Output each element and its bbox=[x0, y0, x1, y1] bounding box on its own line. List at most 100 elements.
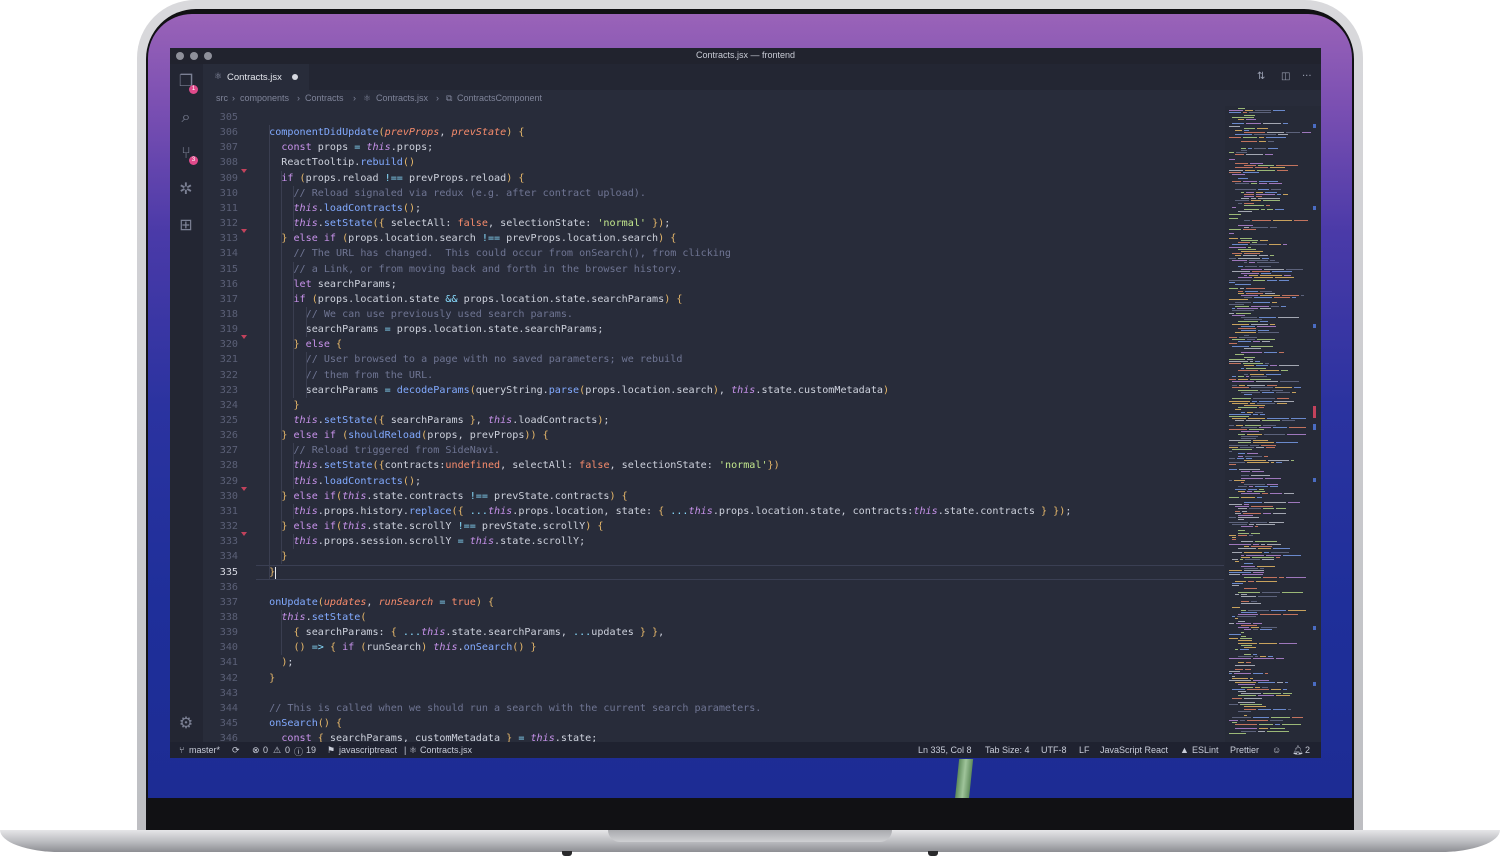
breadcrumb-item[interactable]: Contracts bbox=[305, 93, 344, 103]
code-line[interactable]: 346 const { searchParams, customMetadata… bbox=[203, 731, 1225, 742]
extensions-icon[interactable]: ⊞ bbox=[177, 216, 195, 234]
encoding[interactable]: UTF-8 bbox=[1041, 745, 1067, 755]
code-line[interactable]: 305 bbox=[203, 110, 1225, 125]
minimap-line bbox=[1248, 488, 1257, 490]
code-line[interactable]: 310 // Reload signaled via redux (e.g. a… bbox=[203, 186, 1225, 201]
code-line[interactable]: 330 } else if(this.state.contracts !== p… bbox=[203, 486, 1225, 504]
class-symbol-icon: ⧉ bbox=[446, 93, 453, 103]
line-ending[interactable]: LF bbox=[1079, 745, 1090, 755]
gear-icon[interactable]: ⚙ bbox=[177, 714, 195, 732]
code-line[interactable]: 315 // a Link, or from moving back and f… bbox=[203, 262, 1225, 277]
prettier-status[interactable]: Prettier bbox=[1230, 745, 1259, 755]
code-line[interactable]: 323 searchParams = decodeParams(queryStr… bbox=[203, 383, 1225, 398]
code-line[interactable]: 325 this.setState({ searchParams }, this… bbox=[203, 413, 1225, 428]
sync-icon[interactable]: ⟳ bbox=[232, 745, 240, 756]
minimap-line bbox=[1260, 290, 1272, 292]
status-file[interactable]: Contracts.jsx bbox=[420, 745, 472, 755]
notification-count[interactable]: 2 bbox=[1305, 745, 1310, 755]
minimap-line bbox=[1251, 198, 1256, 200]
code-line[interactable]: 322 // them from the URL. bbox=[203, 368, 1225, 383]
feedback-icon[interactable]: ☺ bbox=[1272, 745, 1281, 755]
minimap-line bbox=[1238, 490, 1245, 492]
minimap-line bbox=[1270, 365, 1277, 367]
breadcrumb-item[interactable]: src bbox=[216, 93, 228, 103]
minimap-line bbox=[1246, 288, 1265, 290]
error-count[interactable]: 0 bbox=[263, 745, 268, 755]
code-line[interactable]: 333 this.props.session.scrollY = this.st… bbox=[203, 532, 1225, 549]
code-line[interactable]: 327 // Reload triggered from SideNavi. bbox=[203, 443, 1225, 458]
code-line[interactable]: 332 } else if(this.state.scrollY !== pre… bbox=[203, 519, 1225, 534]
code-line[interactable]: 338 this.setState( bbox=[203, 610, 1225, 625]
minimap-line bbox=[1249, 508, 1261, 510]
diff-marker-icon[interactable] bbox=[241, 532, 247, 537]
code-line[interactable]: 336 bbox=[203, 580, 1225, 595]
code-line[interactable]: 312 this.setState({ selectAll: false, se… bbox=[203, 216, 1225, 231]
warning-count[interactable]: 0 bbox=[285, 745, 290, 755]
more-actions-icon[interactable]: ··· bbox=[1302, 71, 1312, 82]
tab-contracts-jsx[interactable]: ⚛ Contracts.jsx bbox=[203, 64, 309, 90]
minimap-line bbox=[1247, 433, 1262, 435]
code-line[interactable]: 316 let searchParams; bbox=[203, 277, 1225, 292]
line-number: 336 bbox=[219, 581, 238, 593]
code-line[interactable]: 335 } bbox=[203, 564, 1225, 580]
code-line[interactable]: 342 } bbox=[203, 671, 1225, 686]
code-editor[interactable]: 305 306 componentDidUpdate(prevProps, pre… bbox=[203, 110, 1225, 742]
language-tag[interactable]: javascriptreact bbox=[339, 745, 397, 755]
compare-changes-icon[interactable]: ⇅ bbox=[1257, 71, 1265, 82]
warning-icon: ⚠ bbox=[273, 745, 282, 755]
diff-marker-icon[interactable] bbox=[241, 229, 247, 234]
breadcrumb-item[interactable]: components bbox=[240, 93, 289, 103]
breadcrumb-item[interactable]: Contracts.jsx bbox=[376, 93, 428, 103]
unsaved-dot-icon[interactable] bbox=[292, 74, 298, 80]
code-line[interactable]: 306 componentDidUpdate(prevProps, prevSt… bbox=[203, 125, 1225, 140]
code-line[interactable]: 313 } else if (props.location.search !==… bbox=[203, 229, 1225, 246]
code-line[interactable]: 326 } else if (shouldReload(props, prevP… bbox=[203, 428, 1225, 443]
code-line[interactable]: 341 ); bbox=[203, 655, 1225, 670]
minimap-line bbox=[1241, 367, 1244, 369]
minimap-line bbox=[1246, 662, 1251, 664]
code-line[interactable]: 320 } else { bbox=[203, 335, 1225, 352]
minimap[interactable] bbox=[1225, 106, 1321, 742]
code-line[interactable]: 328 this.setState({contracts:undefined, … bbox=[203, 458, 1225, 473]
code-line[interactable]: 308 ReactTooltip.rebuild() bbox=[203, 155, 1225, 170]
minimap-line bbox=[1251, 475, 1270, 477]
minimap-line bbox=[1259, 182, 1267, 184]
code-line[interactable]: 344 // This is called when we should run… bbox=[203, 701, 1225, 716]
eslint-status[interactable]: ESLint bbox=[1192, 745, 1219, 755]
diff-marker-icon[interactable] bbox=[241, 168, 247, 173]
debug-icon[interactable]: ✲ bbox=[177, 180, 195, 198]
code-line[interactable]: 340 () => { if (runSearch) this.onSearch… bbox=[203, 640, 1225, 655]
code-line[interactable]: 317 if (props.location.state && props.lo… bbox=[203, 292, 1225, 307]
minimap-line bbox=[1235, 301, 1251, 303]
code-line[interactable]: 318 // We can use previously used search… bbox=[203, 307, 1225, 322]
code-line[interactable]: 319 searchParams = props.location.state.… bbox=[203, 322, 1225, 337]
code-line[interactable]: 307 const props = this.props; bbox=[203, 140, 1225, 155]
chevron-right-icon: › bbox=[232, 93, 235, 103]
code-line[interactable]: 329 this.loadContracts(); bbox=[203, 474, 1225, 489]
breadcrumb-item[interactable]: ContractsComponent bbox=[457, 93, 542, 103]
diff-marker-icon[interactable] bbox=[241, 486, 247, 491]
code-line[interactable]: 314 // The URL has changed. This could o… bbox=[203, 246, 1225, 261]
code-line[interactable]: 339 { searchParams: { ...this.state.sear… bbox=[203, 625, 1225, 640]
code-line[interactable]: 343 bbox=[203, 686, 1225, 701]
minimap-line bbox=[1256, 193, 1275, 195]
code-line[interactable]: 331 this.props.history.replace({ ...this… bbox=[203, 504, 1225, 519]
code-line[interactable]: 334 } bbox=[203, 549, 1225, 564]
info-count[interactable]: 19 bbox=[306, 745, 316, 755]
search-icon[interactable]: ⌕ bbox=[177, 108, 195, 126]
tab-size[interactable]: Tab Size: 4 bbox=[985, 745, 1030, 755]
cursor-position[interactable]: Ln 335, Col 8 bbox=[918, 745, 972, 755]
code-line[interactable]: 311 this.loadContracts(); bbox=[203, 201, 1225, 216]
code-line[interactable]: 345 onSearch() { bbox=[203, 716, 1225, 731]
bell-icon[interactable]: 🔔︎ bbox=[1292, 745, 1303, 756]
branch-name[interactable]: master* bbox=[189, 745, 220, 755]
minimap-line bbox=[1235, 354, 1244, 356]
code-line[interactable]: 309 if (props.reload !== prevProps.reloa… bbox=[203, 168, 1225, 186]
language-mode[interactable]: JavaScript React bbox=[1100, 745, 1168, 755]
code-line[interactable]: 337 onUpdate(updates, runSearch = true) … bbox=[203, 595, 1225, 610]
diff-marker-icon[interactable] bbox=[241, 335, 247, 340]
split-editor-icon[interactable]: ◫ bbox=[1281, 71, 1290, 82]
code-line[interactable]: 324 } bbox=[203, 398, 1225, 413]
line-number: 306 bbox=[219, 127, 238, 139]
code-line[interactable]: 321 // User browsed to a page with no sa… bbox=[203, 352, 1225, 367]
